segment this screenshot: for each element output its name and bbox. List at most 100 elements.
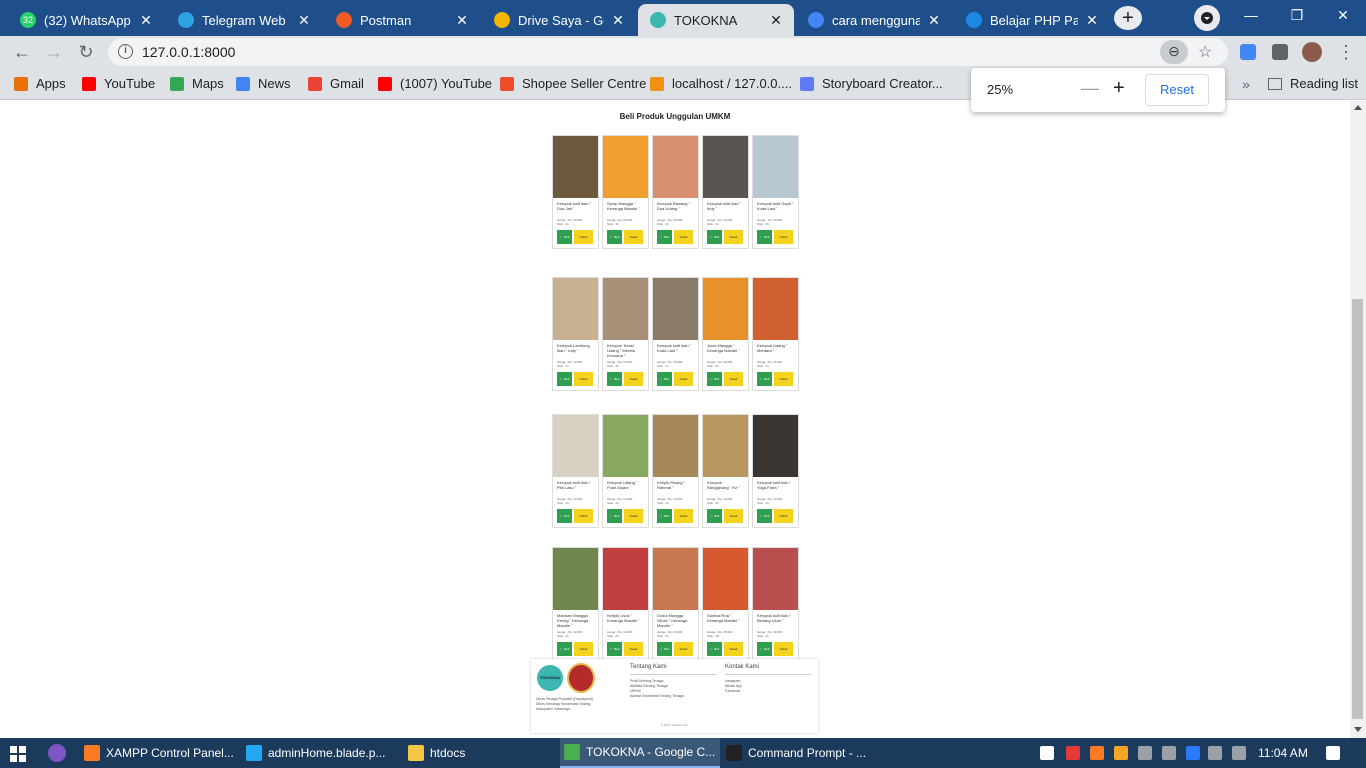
address-bar[interactable]: i 127.0.0.1:8000 ⊖ ☆ xyxy=(108,38,1228,66)
product-card[interactable]: Keripik Pisang " Rahmat " Harga : Rp. 10.… xyxy=(652,414,699,528)
bookmark-item[interactable]: Maps xyxy=(170,76,224,91)
more-bookmarks-icon[interactable]: » xyxy=(1234,72,1258,96)
detail-button[interactable]: Detail xyxy=(624,642,643,656)
tab-drive[interactable]: Drive Saya - Goog ✕ xyxy=(482,4,636,36)
close-icon[interactable]: ✕ xyxy=(610,12,626,29)
detail-button[interactable]: Detail xyxy=(724,642,743,656)
network-icon[interactable] xyxy=(1162,746,1176,760)
tab-google[interactable]: cara menggunaka ✕ xyxy=(796,4,952,36)
notifications-icon[interactable] xyxy=(1326,746,1340,760)
taskbar-item[interactable]: adminHome.blade.p... xyxy=(242,738,402,768)
taskbar-item[interactable]: htdocs xyxy=(404,738,554,768)
detail-button[interactable]: Detail xyxy=(624,230,643,244)
product-image[interactable] xyxy=(653,548,698,610)
translate-icon[interactable] xyxy=(1240,44,1256,60)
minimize-button[interactable]: — xyxy=(1228,0,1274,30)
product-image[interactable] xyxy=(703,136,748,198)
product-card[interactable]: Kerupuk kulit ikan " Bintang Ulum " Harga… xyxy=(752,547,799,661)
bookmark-item[interactable]: Apps xyxy=(14,76,66,91)
scroll-down-icon[interactable] xyxy=(1354,727,1362,732)
scroll-up-icon[interactable] xyxy=(1354,105,1362,110)
product-image[interactable] xyxy=(603,136,648,198)
product-image[interactable] xyxy=(753,548,798,610)
product-card[interactable]: Kerupuk kulit ikan " Pita Laku " Harga : … xyxy=(552,414,599,528)
maximize-button[interactable]: ❐ xyxy=(1274,0,1320,30)
tab-telegram[interactable]: Telegram Web ✕ xyxy=(166,4,322,36)
close-icon[interactable]: ✕ xyxy=(454,12,470,29)
reading-list-button[interactable]: Reading list xyxy=(1268,76,1358,91)
product-image[interactable] xyxy=(553,136,598,198)
product-card[interactable]: Kerupuk kulit ikan " Dua Jari " Harga : R… xyxy=(552,135,599,249)
buy-button[interactable]: 🛒 Beli xyxy=(757,372,772,386)
volume-icon[interactable] xyxy=(1232,746,1246,760)
product-card[interactable]: Kerupuk Lambung Ikan " Indy " Harga : Rp.… xyxy=(552,277,599,391)
buy-button[interactable]: 🛒 Beli xyxy=(657,372,672,386)
detail-button[interactable]: Detail xyxy=(574,372,593,386)
close-icon[interactable]: ✕ xyxy=(138,12,154,29)
buy-button[interactable]: 🛒 Beli xyxy=(557,509,572,523)
bookmark-item[interactable]: (1007) YouTube xyxy=(378,76,492,91)
new-tab-button[interactable]: + xyxy=(1114,6,1142,30)
buy-button[interactable]: 🛒 Beli xyxy=(707,230,722,244)
page-scrollbar[interactable] xyxy=(1350,101,1366,738)
buy-button[interactable]: 🛒 Beli xyxy=(707,372,722,386)
zoom-out-button[interactable]: — xyxy=(1081,78,1099,99)
buy-button[interactable]: 🛒 Beli xyxy=(657,509,672,523)
product-card[interactable]: Syrup Mangga " Kenanga Mandiri " Harga : … xyxy=(602,135,649,249)
buy-button[interactable]: 🛒 Beli xyxy=(607,642,622,656)
product-image[interactable] xyxy=(603,415,648,477)
taskbar-item[interactable]: TOKOKNA - Google C... xyxy=(560,738,720,768)
buy-button[interactable]: 🛒 Beli xyxy=(557,372,572,386)
buy-button[interactable]: 🛒 Beli xyxy=(557,642,572,656)
product-card[interactable]: Kerupuk Terasi Udang " Mereta Kencana " H… xyxy=(602,277,649,391)
extensions-icon[interactable] xyxy=(1272,44,1288,60)
reload-icon[interactable]: ↻ xyxy=(74,40,98,64)
tab-tokokna[interactable]: TOKOKNA ✕ xyxy=(638,4,794,36)
product-card[interactable]: Juice Mangga " Kenanga Mandiri " Harga : … xyxy=(702,277,749,391)
battery-icon[interactable] xyxy=(1208,746,1222,760)
browser-app-icon[interactable] xyxy=(48,744,66,762)
taskbar-item[interactable]: XAMPP Control Panel... xyxy=(80,738,240,768)
close-icon[interactable]: ✕ xyxy=(1084,12,1100,29)
footer-link[interactable]: Facebook xyxy=(725,689,742,694)
detail-button[interactable]: Detail xyxy=(624,509,643,523)
detail-button[interactable]: Detail xyxy=(774,642,793,656)
detail-button[interactable]: Detail xyxy=(774,509,793,523)
product-card[interactable]: Kerupuk Bawang " Dua Udang " Harga : Rp. … xyxy=(652,135,699,249)
product-image[interactable] xyxy=(603,548,648,610)
bookmark-item[interactable]: Gmail xyxy=(308,76,364,91)
menu-icon[interactable]: ⋮ xyxy=(1334,40,1358,64)
buy-button[interactable]: 🛒 Beli xyxy=(757,230,772,244)
back-icon[interactable]: ← xyxy=(10,40,34,64)
buy-button[interactable]: 🛒 Beli xyxy=(557,230,572,244)
detail-button[interactable]: Detail xyxy=(774,372,793,386)
product-image[interactable] xyxy=(753,136,798,198)
detail-button[interactable]: Detail xyxy=(724,230,743,244)
tab-postman[interactable]: Postman ✕ xyxy=(324,4,480,36)
avast-tray-icon[interactable] xyxy=(1114,746,1128,760)
close-icon[interactable]: ✕ xyxy=(768,12,784,29)
site-info-icon[interactable]: i xyxy=(118,44,133,59)
product-image[interactable] xyxy=(703,278,748,340)
xampp-tray-icon[interactable] xyxy=(1090,746,1104,760)
product-image[interactable] xyxy=(753,278,798,340)
product-image[interactable] xyxy=(703,548,748,610)
product-image[interactable] xyxy=(553,415,598,477)
detail-button[interactable]: Detail xyxy=(674,372,693,386)
zoom-in-button[interactable]: + xyxy=(1113,77,1125,100)
tab-dicoding[interactable]: Belajar PHP Part ✕ xyxy=(954,4,1110,36)
avatar[interactable] xyxy=(1302,42,1322,62)
product-image[interactable] xyxy=(603,278,648,340)
product-card[interactable]: Kerupuk Udang " Mentara " Harga : Rp. 15.… xyxy=(752,277,799,391)
product-image[interactable] xyxy=(753,415,798,477)
close-window-button[interactable]: ✕ xyxy=(1320,0,1366,30)
bookmark-item[interactable]: Storyboard Creator... xyxy=(800,76,943,91)
product-image[interactable] xyxy=(653,136,698,198)
wifi-icon[interactable] xyxy=(1138,746,1152,760)
product-card[interactable]: Kerupuk kulit ikan " Kuda Laut " Harga : … xyxy=(652,277,699,391)
clock[interactable]: 11:04 AM xyxy=(1258,746,1308,760)
buy-button[interactable]: 🛒 Beli xyxy=(757,642,772,656)
buy-button[interactable]: 🛒 Beli xyxy=(607,372,622,386)
detail-button[interactable]: Detail xyxy=(574,509,593,523)
product-image[interactable] xyxy=(653,415,698,477)
